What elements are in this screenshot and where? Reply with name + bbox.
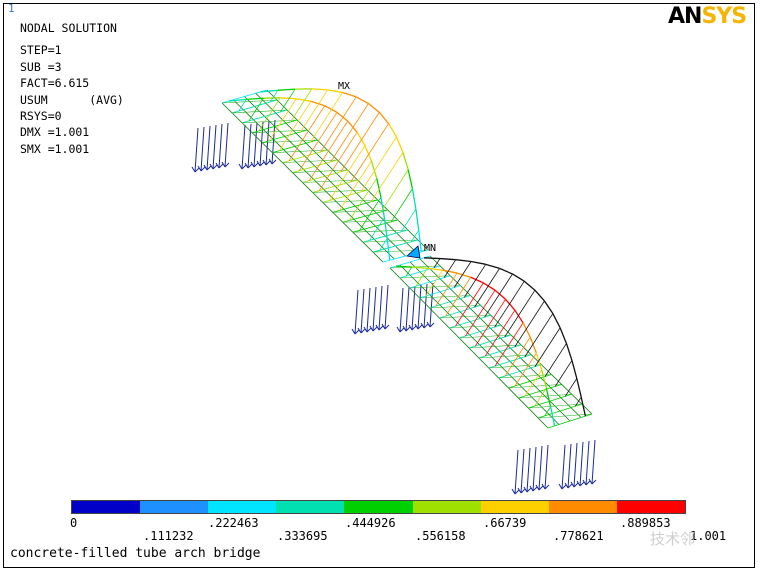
legend-swatch-7 [548, 501, 617, 513]
max-marker-label: MX [338, 81, 350, 92]
legend-swatch-6 [480, 501, 549, 513]
legend-label-778621: .778621 [553, 529, 604, 543]
legend-swatch-2 [208, 501, 277, 513]
legend-swatch-0 [72, 501, 141, 513]
legend-label-556158: .556158 [415, 529, 466, 543]
legend-swatch-3 [276, 501, 345, 513]
legend-label-1001: 1.001 [690, 529, 727, 543]
contour-legend-bar [71, 500, 686, 514]
legend-label-0: 0 [70, 516, 78, 530]
plot-caption: concrete-filled tube arch bridge [10, 546, 261, 561]
legend-label-333695: .333695 [277, 529, 328, 543]
legend-label-111232: .111232 [143, 529, 194, 543]
legend-swatch-4 [344, 501, 413, 513]
legend-label-66739: .66739 [483, 516, 527, 530]
support-arrows [191, 119, 597, 495]
watermark: 技术邻 [650, 530, 696, 548]
max-marker: MX [338, 81, 350, 92]
legend-swatch-8 [616, 501, 685, 513]
legend-swatch-5 [412, 501, 481, 513]
min-marker-label: MN [424, 243, 436, 254]
legend-swatch-1 [140, 501, 209, 513]
legend-label-222463: .222463 [208, 516, 259, 530]
bridge-model-plot: MX MN [191, 81, 597, 495]
legend-label-444926: .444926 [345, 516, 396, 530]
